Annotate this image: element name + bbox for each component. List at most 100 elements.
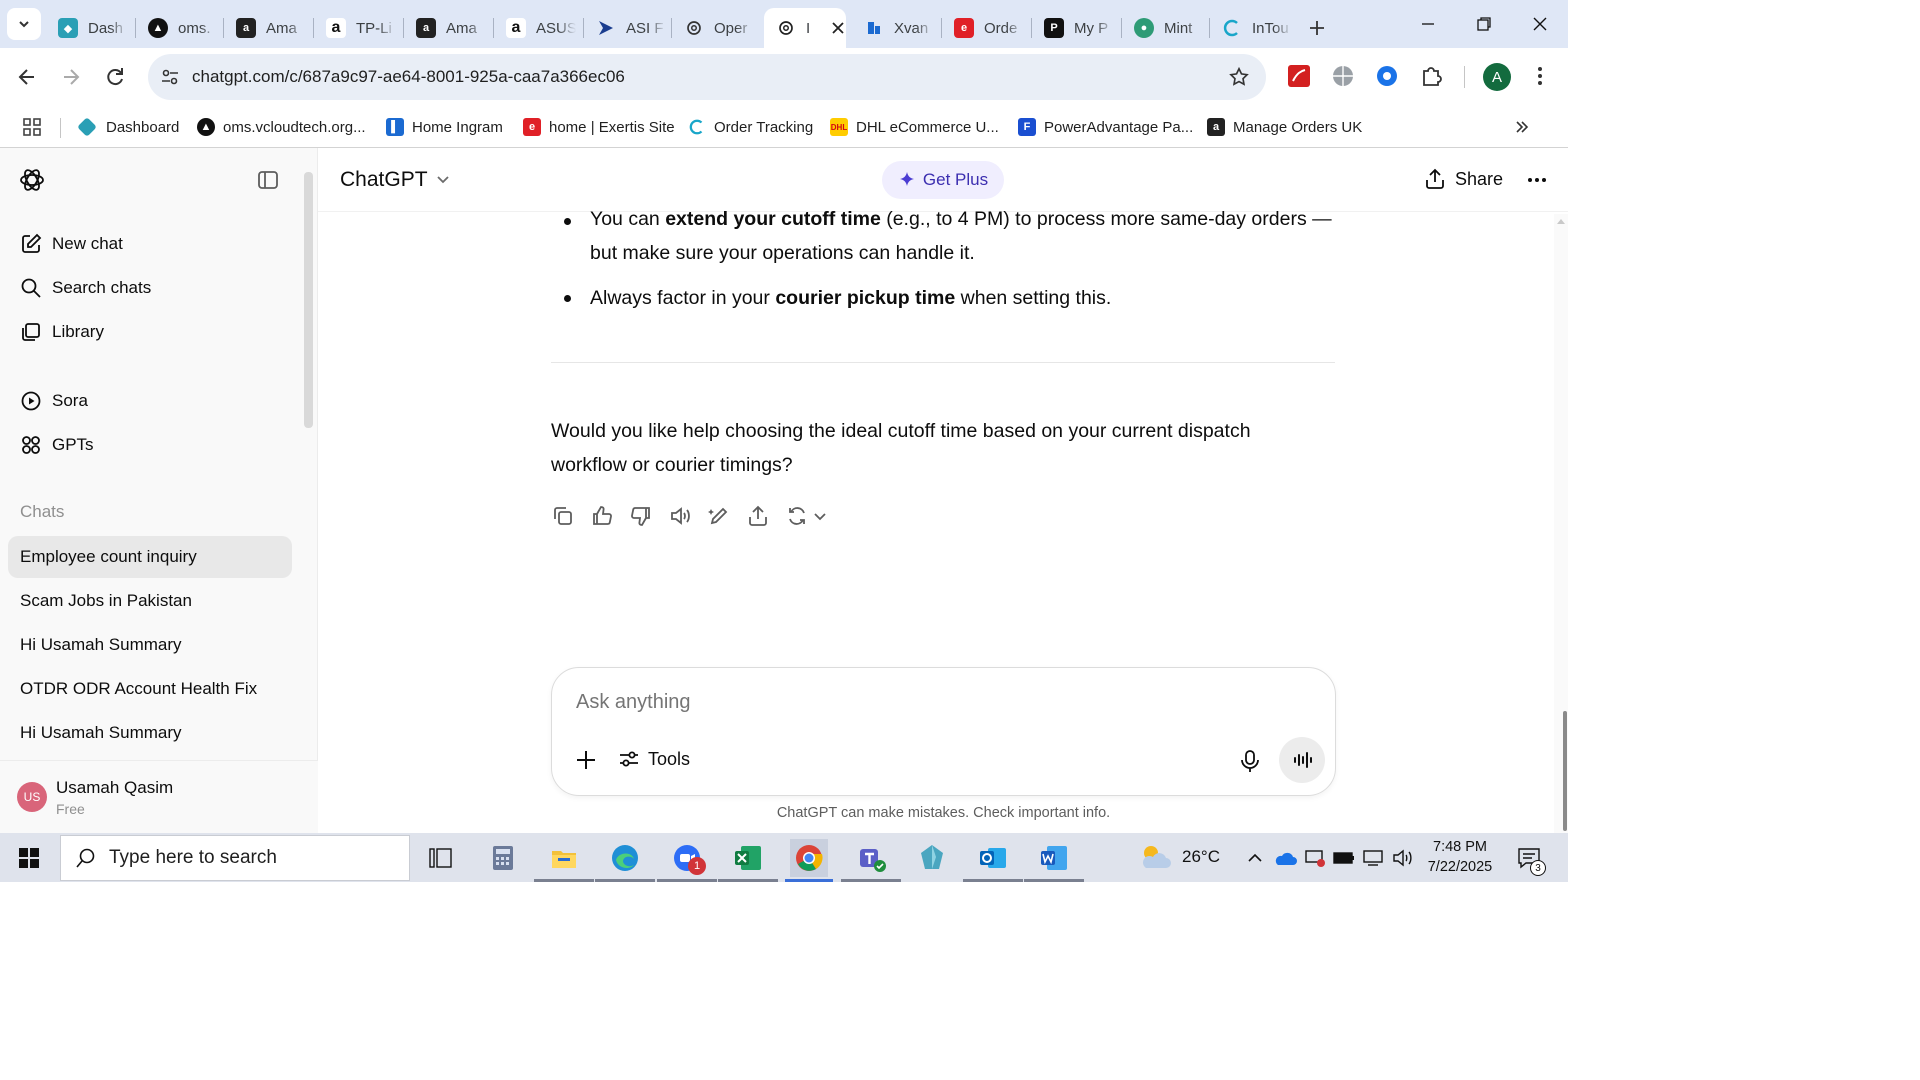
browser-tab[interactable]: a ASUS <box>494 8 584 48</box>
start-button[interactable] <box>10 839 48 877</box>
gpts-icon <box>20 434 42 456</box>
more-bookmarks-button[interactable] <box>1514 114 1530 140</box>
chat-item-active[interactable]: Employee count inquiry <box>8 536 292 578</box>
copy-button[interactable] <box>551 504 577 530</box>
dictate-button[interactable] <box>1237 748 1263 774</box>
get-plus-button[interactable]: Get Plus <box>882 161 1004 199</box>
search-icon <box>20 277 42 299</box>
amazon-icon: a <box>506 18 526 38</box>
browser-tab[interactable]: e Orde <box>942 8 1032 48</box>
prompt-input[interactable] <box>576 684 1276 720</box>
clock[interactable]: 7:48 PM 7/22/2025 <box>1422 837 1498 877</box>
thumbs-up-button[interactable] <box>590 504 616 530</box>
browser-tab[interactable]: Xvan <box>852 8 942 48</box>
add-attachment-button[interactable] <box>572 746 600 774</box>
bookmark-poweradvantage[interactable]: F PowerAdvantage Pa... <box>1018 114 1193 140</box>
bookmark-dhl[interactable]: DHL DHL eCommerce U... <box>830 114 999 140</box>
edge-app[interactable] <box>595 839 655 882</box>
more-options-button[interactable] <box>1525 168 1549 192</box>
browser-tab[interactable]: a TP-Li <box>314 8 404 48</box>
globe-extension-icon[interactable] <box>1330 63 1358 91</box>
tab-search-button[interactable] <box>7 8 41 40</box>
bookmark-dashboard[interactable]: Dashboard <box>77 114 179 140</box>
library-button[interactable]: Library <box>20 318 104 346</box>
browser-tab[interactable]: ▲ oms. <box>136 8 224 48</box>
sidebar-scrollbar[interactable] <box>304 172 313 428</box>
scrollbar-thumb[interactable] <box>1563 711 1567 831</box>
taskbar-search[interactable]: Type here to search <box>60 835 410 881</box>
browser-tab-active[interactable]: I <box>764 8 846 48</box>
outlook-app[interactable] <box>963 839 1023 882</box>
bookmark-star-icon[interactable] <box>1228 66 1250 88</box>
chat-item[interactable]: Scam Jobs in Pakistan <box>8 580 292 622</box>
model-selector[interactable]: ChatGPT <box>340 168 450 192</box>
bookmark-oms[interactable]: ▲ oms.vcloudtech.org... <box>197 114 366 140</box>
browser-tab[interactable]: Oper <box>672 8 762 48</box>
regenerate-button[interactable] <box>785 504 831 530</box>
network-tray[interactable] <box>1356 839 1390 877</box>
show-hidden-icons-button[interactable] <box>1238 839 1272 877</box>
tools-button[interactable]: Tools <box>618 748 690 770</box>
app-launcher[interactable] <box>913 839 951 877</box>
browser-tab[interactable]: P My P <box>1032 8 1122 48</box>
word-app[interactable] <box>1024 839 1084 882</box>
teams-app[interactable] <box>841 839 901 882</box>
onedrive-tray[interactable] <box>1268 839 1302 877</box>
page-scrollbar[interactable] <box>1554 214 1568 833</box>
bookmark-manage-orders[interactable]: a Manage Orders UK <box>1207 114 1362 140</box>
share-button[interactable]: Share <box>1424 168 1503 190</box>
extensions-puzzle-icon[interactable] <box>1418 63 1446 91</box>
toggle-sidebar-icon[interactable] <box>256 168 280 192</box>
calculator-app[interactable] <box>484 839 522 877</box>
oms-icon: ▲ <box>148 18 168 38</box>
browser-tab[interactable]: ASI F <box>584 8 672 48</box>
search-chats-button[interactable]: Search chats <box>20 274 151 302</box>
close-tab-icon[interactable] <box>832 22 844 34</box>
bookmark-exertis[interactable]: e home | Exertis Site <box>523 114 675 140</box>
browser-tab[interactable]: InTou <box>1210 8 1300 48</box>
chat-item[interactable]: Hi Usamah Summary <box>8 624 292 666</box>
voice-mode-button[interactable] <box>1279 737 1325 783</box>
battery-icon <box>1333 852 1354 864</box>
minimize-button[interactable] <box>1400 0 1456 48</box>
openai-logo-icon[interactable] <box>18 166 46 194</box>
task-view-button[interactable] <box>422 839 460 877</box>
file-explorer-app[interactable] <box>534 839 594 882</box>
volume-tray[interactable] <box>1386 839 1420 877</box>
chat-item[interactable]: OTDR ODR Account Health Fix <box>8 668 292 710</box>
new-chat-button[interactable]: New chat <box>20 230 123 258</box>
browser-tab[interactable]: ● Mint <box>1122 8 1210 48</box>
browser-tab[interactable]: a Ama <box>404 8 494 48</box>
weather-widget[interactable]: 26°C <box>1138 842 1220 872</box>
address-bar[interactable]: chatgpt.com/c/687a9c97-ae64-8001-925a-ca… <box>148 54 1266 100</box>
pdf-extension-icon[interactable] <box>1286 63 1314 91</box>
user-profile-area[interactable]: US Usamah Qasim Free <box>0 760 318 833</box>
apps-button[interactable] <box>22 114 42 140</box>
zoom-app[interactable]: 1 <box>657 839 717 882</box>
excel-app[interactable] <box>718 839 778 882</box>
forward-button[interactable] <box>56 62 86 92</box>
notification-center-button[interactable]: 3 <box>1510 839 1548 877</box>
new-tab-button[interactable] <box>1300 8 1340 48</box>
reload-button[interactable] <box>100 62 130 92</box>
browser-tab[interactable]: ◆ Dash <box>46 8 136 48</box>
chat-item[interactable]: Hi Usamah Summary <box>8 712 292 754</box>
extension-icon[interactable] <box>1374 63 1402 91</box>
bookmark-home-ingram[interactable]: ▌ Home Ingram <box>386 114 503 140</box>
sora-button[interactable]: Sora <box>20 387 88 415</box>
gpts-button[interactable]: GPTs <box>20 431 94 459</box>
close-window-button[interactable] <box>1512 0 1568 48</box>
browser-tab[interactable]: a Ama <box>224 8 314 48</box>
thumbs-down-button[interactable] <box>629 504 655 530</box>
read-aloud-button[interactable] <box>668 504 694 530</box>
share-message-button[interactable] <box>746 504 772 530</box>
back-button[interactable] <box>12 62 42 92</box>
profile-avatar[interactable]: A <box>1483 63 1511 91</box>
chrome-app[interactable] <box>785 839 833 882</box>
bookmark-order-tracking[interactable]: Order Tracking <box>688 114 813 140</box>
restore-button[interactable] <box>1456 0 1512 48</box>
restore-icon <box>1477 17 1491 31</box>
browser-menu-button[interactable] <box>1527 63 1555 91</box>
edit-canvas-button[interactable] <box>707 504 733 530</box>
site-settings-icon[interactable] <box>160 67 180 87</box>
